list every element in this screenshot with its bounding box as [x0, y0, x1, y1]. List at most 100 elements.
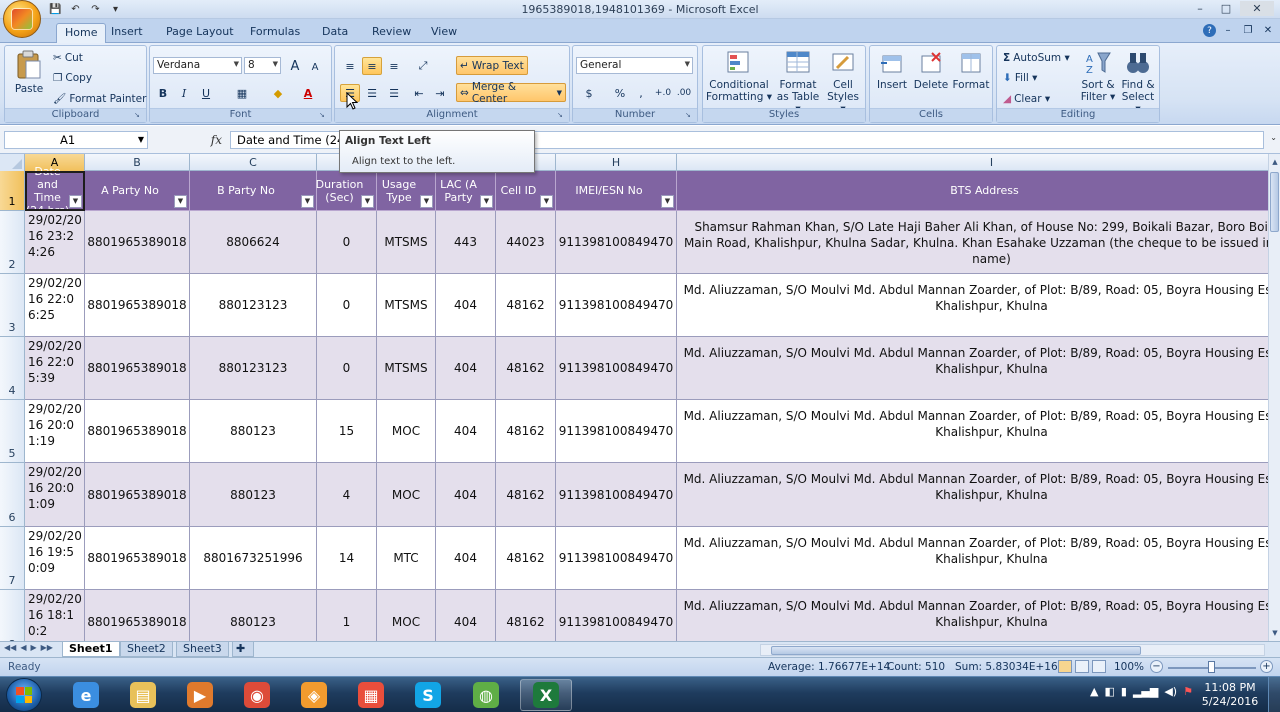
sheet-tab-sheet1[interactable]: Sheet1 [62, 642, 120, 657]
row-header[interactable]: 7 [0, 527, 25, 590]
tab-page-layout[interactable]: Page Layout [158, 23, 242, 43]
grid-cell[interactable]: 29/02/2016 23:24:26 [25, 211, 85, 274]
increase-indent-icon[interactable]: ⇥ [430, 84, 450, 102]
grid-cell[interactable]: Md. Aliuzzaman, S/O Moulvi Md. Abdul Man… [677, 274, 1268, 337]
align-bottom-icon[interactable]: ≡ [384, 57, 404, 75]
zoom-out-icon[interactable]: − [1150, 660, 1163, 673]
shrink-font-button[interactable]: A [305, 58, 325, 76]
workbook-restore-button[interactable]: ❐ [1240, 23, 1256, 37]
grid-cell[interactable]: 48162 [496, 337, 556, 400]
font-color-icon[interactable]: A [298, 84, 318, 102]
insert-cells-button[interactable]: Insert [873, 50, 911, 91]
header-cell[interactable]: Cell ID ▼ [496, 171, 556, 211]
column-header[interactable]: B [85, 154, 190, 171]
format-cells-button[interactable]: Format [951, 50, 991, 91]
row-header[interactable]: 8 [0, 590, 25, 641]
taskbar-app-3[interactable]: ◉ [231, 679, 283, 711]
fill-color-icon[interactable]: ◆ [268, 84, 288, 102]
align-center-icon[interactable]: ☰ [362, 84, 382, 102]
grid-cell[interactable]: 880123 [190, 590, 317, 641]
alignment-launcher-icon[interactable]: ↘ [557, 111, 566, 120]
grid-cell[interactable]: 443 [436, 211, 496, 274]
page-layout-view-icon[interactable] [1075, 660, 1089, 673]
grid-cell[interactable]: 0 [317, 337, 377, 400]
taskbar-app-8[interactable]: X [520, 679, 572, 711]
format-as-table-button[interactable]: Format as Table ▾ [773, 50, 823, 115]
grid-cell[interactable]: 404 [436, 274, 496, 337]
sheet-tab-sheet2[interactable]: Sheet2 [120, 642, 173, 657]
show-desktop-button[interactable] [1268, 677, 1280, 712]
sort-filter-button[interactable]: AZ Sort & Filter ▾ [1079, 50, 1117, 103]
merge-center-button[interactable]: ⇔ Merge & Center ▼ [456, 81, 566, 105]
taskbar-app-6[interactable]: S [402, 679, 454, 711]
page-break-view-icon[interactable] [1092, 660, 1106, 673]
grid-cell[interactable]: Md. Aliuzzaman, S/O Moulvi Md. Abdul Man… [677, 590, 1268, 641]
grid-cell[interactable]: MOC [377, 463, 436, 527]
header-cell[interactable]: Duration (Sec) ▼ [316, 171, 377, 211]
grid-cell[interactable]: 404 [436, 463, 496, 527]
scroll-up-icon[interactable]: ▲ [1270, 155, 1280, 169]
horizontal-scroll-thumb[interactable] [771, 646, 1141, 655]
tab-formulas[interactable]: Formulas [242, 23, 308, 43]
row-header[interactable]: 6 [0, 463, 25, 527]
grid-cell[interactable]: 911398100849470 [556, 463, 677, 527]
increase-decimal-button[interactable]: +.0 [653, 84, 673, 102]
currency-button[interactable]: $ [579, 84, 599, 102]
header-cell[interactable]: IMEI/ESN No ▼ [556, 171, 677, 211]
taskbar-app-1[interactable]: ▤ [117, 679, 169, 711]
taskbar-app-4[interactable]: ◈ [288, 679, 340, 711]
row-header[interactable]: 5 [0, 400, 25, 463]
grid-cell[interactable]: MTSMS [377, 274, 436, 337]
grid-cell[interactable]: 911398100849470 [556, 400, 677, 463]
grid-cell[interactable]: 911398100849470 [556, 590, 677, 641]
grid-cell[interactable]: Md. Aliuzzaman, S/O Moulvi Md. Abdul Man… [677, 400, 1268, 463]
grid-cell[interactable]: 880123 [190, 463, 317, 527]
header-cell[interactable]: Usage Type ▼ [377, 171, 436, 211]
number-launcher-icon[interactable]: ↘ [685, 111, 694, 120]
row-header[interactable]: 4 [0, 337, 25, 400]
column-header[interactable]: H [556, 154, 677, 171]
grid-cell[interactable]: 8801965389018 [85, 527, 190, 590]
grid-cell[interactable]: 404 [436, 400, 496, 463]
workbook-close-button[interactable]: ✕ [1260, 23, 1276, 37]
grid-cell[interactable]: Shamsur Rahman Khan, S/O Late Haji Baher… [677, 211, 1268, 274]
grid-cell[interactable]: MTC [377, 527, 436, 590]
grid-cell[interactable]: 8801965389018 [85, 590, 190, 641]
copy-button[interactable]: ❐ Copy [53, 72, 92, 84]
grid-cell[interactable]: 880123123 [190, 274, 317, 337]
grid-cell[interactable]: MTSMS [377, 337, 436, 400]
select-all-button[interactable] [0, 154, 25, 171]
decrease-decimal-button[interactable]: .00 [674, 84, 694, 102]
underline-button[interactable]: U [196, 84, 216, 102]
zoom-slider-handle[interactable] [1208, 661, 1215, 673]
comma-button[interactable]: , [631, 84, 651, 102]
italic-button[interactable]: I [174, 84, 194, 102]
cell-styles-button[interactable]: Cell Styles ▾ [823, 50, 863, 115]
column-header[interactable]: I [677, 154, 1268, 171]
grid-cell[interactable]: 8801673251996 [190, 527, 317, 590]
row-header[interactable]: 1 [0, 171, 25, 211]
grid-cell[interactable]: 911398100849470 [556, 337, 677, 400]
network-icon[interactable]: ▮ [1121, 685, 1127, 698]
grid-cell[interactable]: 911398100849470 [556, 211, 677, 274]
next-sheet-icon[interactable]: ▶ [30, 643, 36, 652]
grid-cell[interactable]: 8801965389018 [85, 274, 190, 337]
office-button[interactable] [3, 0, 41, 38]
autosum-button[interactable]: Σ AutoSum ▾ [1003, 52, 1070, 64]
name-box[interactable]: A1 ▼ [4, 131, 148, 149]
worksheet-grid[interactable]: ABCHI 1 Date and Time (24 hrs) ▼ A Party No… [0, 154, 1268, 641]
clipboard-launcher-icon[interactable]: ↘ [134, 111, 143, 120]
last-sheet-icon[interactable]: ▶▶ [41, 643, 53, 652]
expand-formula-bar-icon[interactable]: ⌄ [1270, 133, 1277, 142]
horizontal-scrollbar[interactable] [760, 644, 1265, 656]
grid-cell[interactable]: 911398100849470 [556, 527, 677, 590]
align-right-icon[interactable]: ☰ [384, 84, 404, 102]
grid-cell[interactable]: MTSMS [377, 211, 436, 274]
workbook-minimize-button[interactable]: – [1220, 23, 1236, 37]
header-cell[interactable]: BTS Address▼ [677, 171, 1268, 211]
delete-cells-button[interactable]: Delete [912, 50, 950, 91]
filter-dropdown-icon[interactable]: ▼ [480, 195, 493, 208]
grid-cell[interactable]: MOC [377, 400, 436, 463]
orientation-icon[interactable]: ⤢ [413, 57, 433, 75]
maximize-button[interactable]: □ [1214, 1, 1238, 16]
